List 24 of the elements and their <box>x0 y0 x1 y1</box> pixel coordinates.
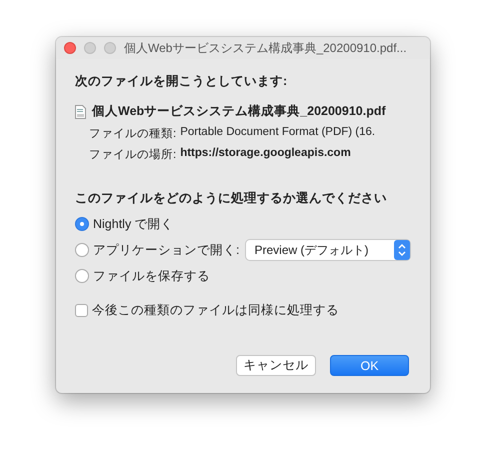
option-label[interactable]: アプリケーションで開く: <box>93 242 240 258</box>
detail-label: ファイルの種類: <box>89 126 176 141</box>
detail-value: https://storage.googleapis.com <box>180 147 351 161</box>
close-icon[interactable] <box>64 42 76 54</box>
app-select[interactable]: Preview (デフォルト) <box>246 240 410 260</box>
window-title: 個人Webサービスシステム構成事典_20200910.pdf... <box>124 40 407 56</box>
radio-button[interactable] <box>75 217 89 231</box>
option-label[interactable]: Nightly で開く <box>93 216 174 232</box>
checkbox[interactable] <box>75 304 88 316</box>
ok-button[interactable]: OK <box>330 355 409 376</box>
zoom-icon[interactable] <box>104 42 116 54</box>
file-name: 個人Webサービスシステム構成事典_20200910.pdf <box>92 103 386 120</box>
pdf-file-icon <box>75 104 86 118</box>
radio-button[interactable] <box>75 243 89 257</box>
detail-value: Portable Document Format (PDF) (16. <box>180 126 376 140</box>
option-label[interactable]: ファイルを保存する <box>93 268 210 284</box>
stepper-icon <box>394 240 410 260</box>
detail-label: ファイルの場所: <box>89 148 176 162</box>
minimize-icon[interactable] <box>84 42 96 54</box>
heading: 次のファイルを開こうとしています: <box>75 73 288 90</box>
cancel-button[interactable]: キャンセル <box>236 355 316 376</box>
question-heading: このファイルをどのように処理するか選んでください <box>75 190 388 207</box>
checkbox-label[interactable]: 今後この種類のファイルは同様に処理する <box>92 302 339 318</box>
radio-button[interactable] <box>75 269 89 283</box>
